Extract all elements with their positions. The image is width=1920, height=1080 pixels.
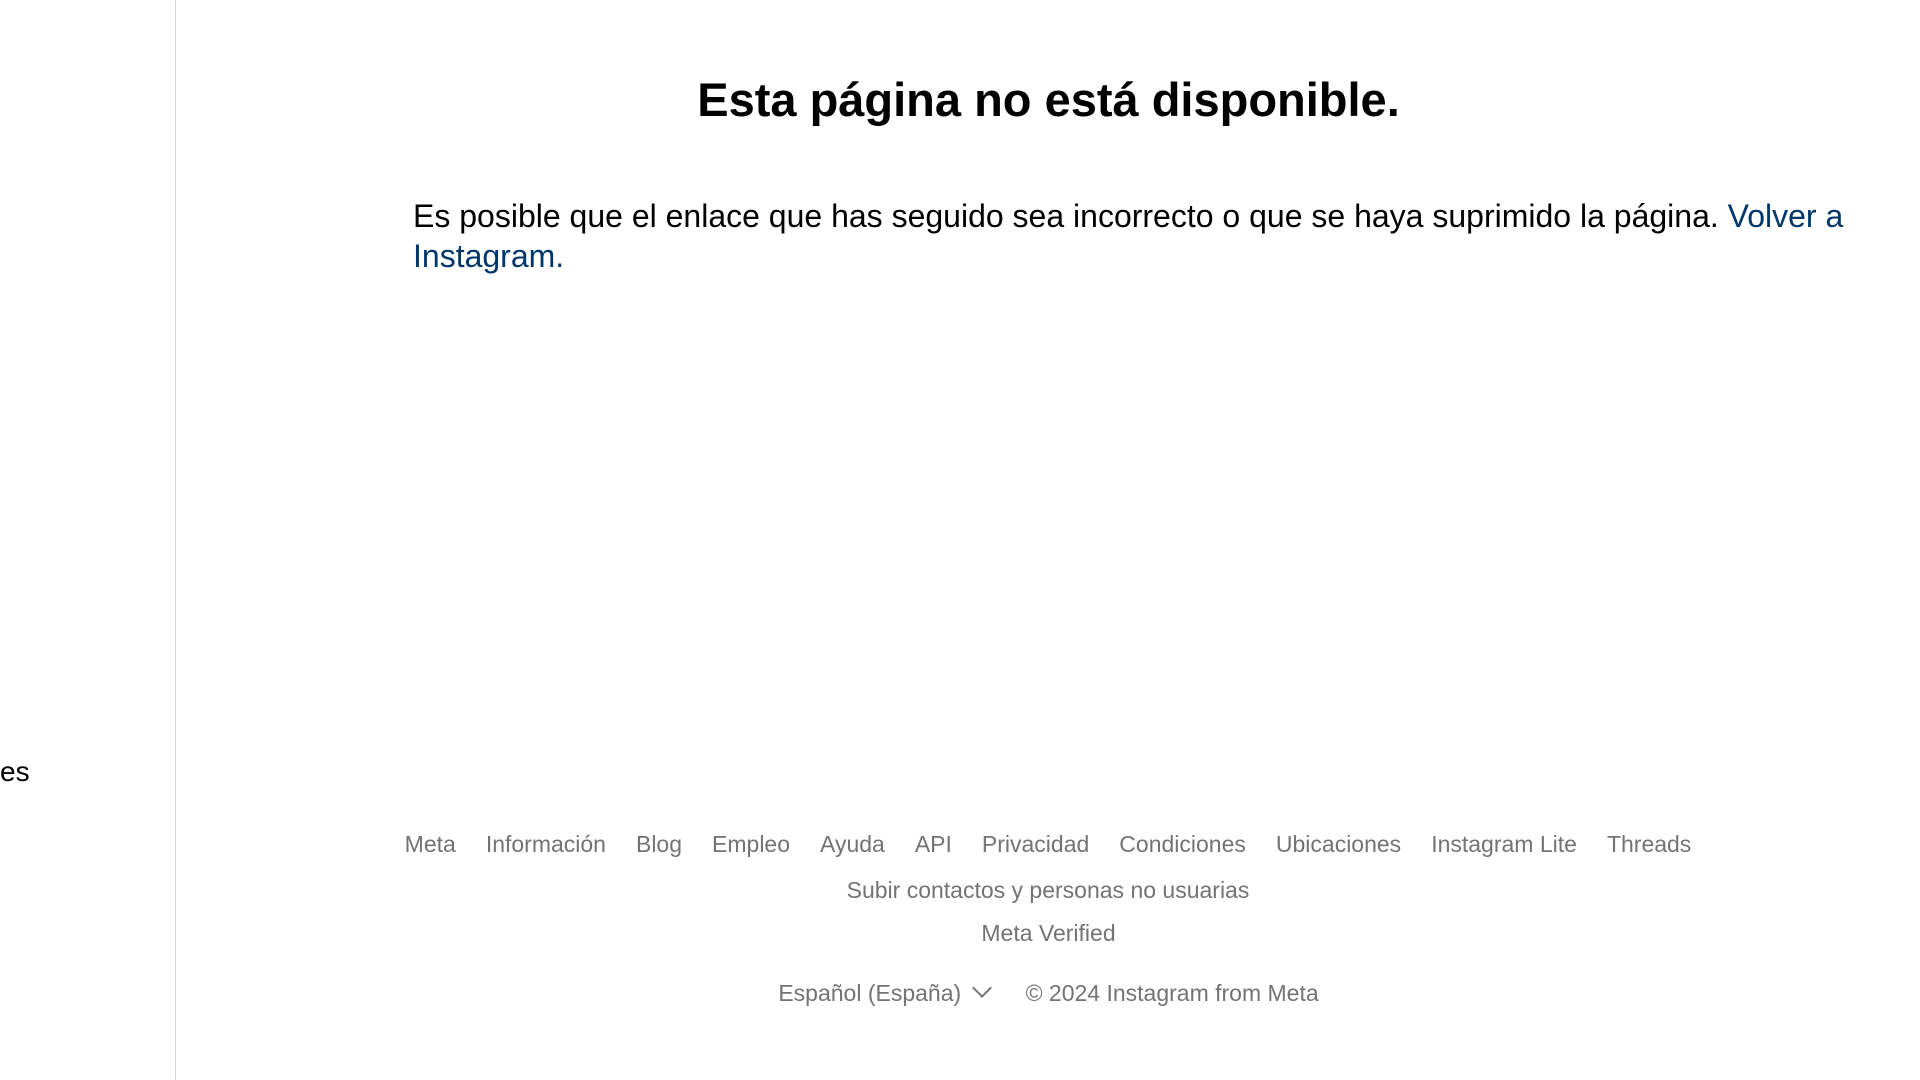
sidebar: es <box>0 0 176 1080</box>
language-selector[interactable]: Español (España) <box>778 978 993 1006</box>
footer-link-api[interactable]: API <box>915 828 952 860</box>
footer-link-ubicaciones[interactable]: Ubicaciones <box>1276 828 1401 860</box>
chevron-down-icon <box>972 978 993 998</box>
footer-link-empleo[interactable]: Empleo <box>712 828 790 860</box>
sidebar-item-label[interactable]: es <box>0 756 30 788</box>
page-title: Esta página no está disponible. <box>697 73 1400 126</box>
footer-link-meta-verified[interactable]: Meta Verified <box>981 920 1115 946</box>
footer-link-ayuda[interactable]: Ayuda <box>820 828 885 860</box>
footer-bottom: Español (España) © 2024 Instagram from M… <box>177 978 1920 1007</box>
footer-link-blog[interactable]: Blog <box>636 828 682 860</box>
footer-link-instagram-lite[interactable]: Instagram Lite <box>1431 828 1577 860</box>
footer-link-threads[interactable]: Threads <box>1607 828 1691 860</box>
footer-link-condiciones[interactable]: Condiciones <box>1119 828 1246 860</box>
footer-link-informacion[interactable]: Información <box>486 828 606 860</box>
error-message-text: Es posible que el enlace que has seguido… <box>413 198 1719 234</box>
copyright: © 2024 Instagram from Meta <box>1025 980 1319 1006</box>
footer-link-meta[interactable]: Meta <box>405 828 456 860</box>
language-label: Español (España) <box>778 980 962 1006</box>
footer-links: Meta Información Blog Empleo Ayuda API P… <box>200 828 1896 906</box>
footer-link-contacts[interactable]: Subir contactos y personas no usuarias <box>847 874 1250 906</box>
footer-link-privacidad[interactable]: Privacidad <box>982 828 1089 860</box>
error-message: Es posible que el enlace que has seguido… <box>413 196 1896 276</box>
